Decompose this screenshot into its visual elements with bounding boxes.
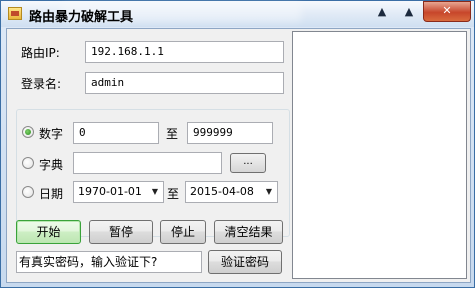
number-radio[interactable]	[22, 126, 34, 138]
date-label[interactable]: 日期	[39, 185, 63, 202]
chevron-down-icon: ▼	[151, 187, 159, 196]
router-ip-label: 路由IP:	[21, 46, 60, 60]
number-from-input[interactable]: 0	[73, 122, 159, 144]
login-name-label: 登录名:	[21, 77, 62, 91]
date-to-value: 2015-04-08	[190, 185, 254, 198]
title-bar[interactable]: 路由暴力破解工具 ▲ ▲ ✕	[1, 1, 474, 27]
dictionary-label[interactable]: 字典	[39, 156, 63, 173]
login-name-input[interactable]: admin	[85, 72, 284, 94]
dictionary-path-input[interactable]	[73, 152, 222, 174]
number-to-input[interactable]: 999999	[187, 122, 273, 144]
date-to-label: 至	[167, 187, 180, 201]
verify-password-button[interactable]: 验证密码	[208, 250, 282, 274]
window-title: 路由暴力破解工具	[29, 10, 134, 25]
date-from-select[interactable]: 1970-01-01 ▼	[73, 181, 164, 203]
pause-button[interactable]: 暂停	[89, 220, 153, 244]
minimize-button[interactable]: ▲	[369, 3, 395, 21]
stop-button[interactable]: 停止	[160, 220, 206, 244]
client-area: 路由IP: 192.168.1.1 登录名: admin 数字 0 至 9999…	[6, 28, 471, 283]
date-radio[interactable]	[22, 186, 34, 198]
verify-password-input[interactable]: 有真实密码，输入验证下?	[16, 251, 202, 273]
dictionary-radio[interactable]	[22, 157, 34, 169]
close-icon: ✕	[442, 4, 452, 17]
browse-button[interactable]: ...	[230, 153, 266, 173]
maximize-icon: ▲	[404, 5, 414, 18]
results-listbox[interactable]	[292, 31, 467, 279]
router-ip-input[interactable]: 192.168.1.1	[85, 41, 284, 63]
date-from-value: 1970-01-01	[78, 185, 142, 198]
close-button[interactable]: ✕	[423, 1, 471, 22]
number-to-label: 至	[166, 127, 179, 141]
app-window: 路由暴力破解工具 ▲ ▲ ✕ 路由IP: 192.168.1.1 登录名: ad…	[0, 0, 475, 288]
app-icon	[8, 7, 22, 20]
start-button[interactable]: 开始	[16, 220, 81, 244]
maximize-button[interactable]: ▲	[396, 3, 422, 21]
number-label[interactable]: 数字	[39, 125, 63, 142]
chevron-down-icon: ▼	[265, 187, 273, 196]
minimize-icon: ▲	[377, 5, 387, 18]
clear-results-button[interactable]: 清空结果	[214, 220, 283, 244]
date-to-select[interactable]: 2015-04-08 ▼	[185, 181, 278, 203]
